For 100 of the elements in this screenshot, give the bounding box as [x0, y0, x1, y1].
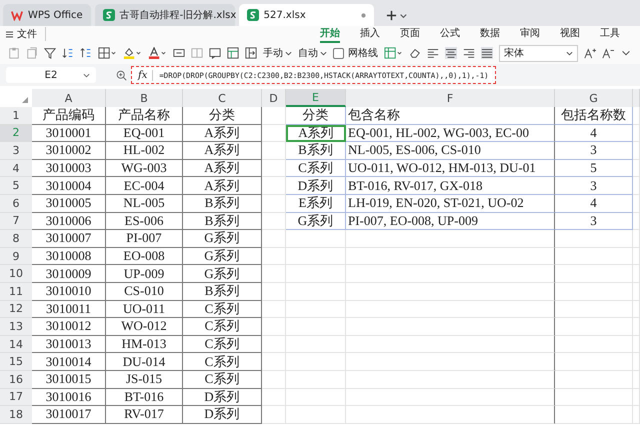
row-header[interactable]: 4	[0, 160, 32, 178]
menu-icon	[6, 30, 13, 38]
filter-icon[interactable]	[44, 47, 56, 59]
file-menu[interactable]: 文件	[6, 27, 46, 41]
row-header[interactable]: 5	[0, 177, 32, 195]
ribbon-tab[interactable]: 页面	[400, 26, 420, 42]
row-header[interactable]: 11	[0, 282, 32, 301]
empty-cell	[286, 230, 346, 248]
gridlines-checkbox[interactable]: 网格线	[333, 46, 378, 60]
font-dropdown[interactable]: 宋体	[499, 44, 578, 62]
eraser-icon[interactable]	[409, 47, 421, 59]
column-header[interactable]: F	[346, 89, 555, 107]
window-tab[interactable]: 古哥自动排程-旧分解.xlsx	[94, 4, 235, 26]
table-cell: UO-011, WO-012, HM-013, DU-01	[346, 160, 555, 178]
ribbon-tab[interactable]: 审阅	[520, 26, 540, 42]
conditional-format-icon[interactable]	[384, 47, 403, 59]
column-header[interactable]: C	[183, 89, 262, 107]
row-header[interactable]: 17	[0, 388, 32, 406]
row-height-dropdown[interactable]: 手动	[263, 46, 292, 60]
table-cell: A系列	[183, 177, 262, 195]
row-header[interactable]: 1	[0, 107, 32, 125]
ribbon-tab[interactable]: 插入	[360, 26, 380, 42]
table-cell: DU-014	[106, 353, 183, 371]
table-cell: 3010001	[32, 124, 106, 142]
new-tab-icon[interactable]	[386, 10, 408, 21]
sort-descending-icon[interactable]	[80, 47, 92, 59]
table-cell: 3010007	[32, 230, 106, 248]
table-cell: JS-015	[106, 370, 183, 388]
row-header[interactable]: 13	[0, 318, 32, 336]
table-cell: 3010017	[32, 406, 106, 424]
row-header[interactable]: 9	[0, 248, 32, 266]
table-cell: C系列	[183, 300, 262, 318]
sort-ascending-icon[interactable]	[62, 47, 74, 59]
column-header[interactable]: G	[555, 89, 633, 107]
column-width-dropdown[interactable]: 自动	[298, 46, 327, 60]
row-header[interactable]: 3	[0, 142, 32, 160]
font-color-icon[interactable]	[148, 47, 167, 59]
row-header[interactable]: 15	[0, 353, 32, 371]
column-header[interactable]: B	[106, 89, 183, 107]
table-cell: 3010009	[32, 265, 106, 283]
table-cell: 3010008	[32, 248, 106, 266]
ribbon-tab[interactable]: 视图	[560, 26, 580, 42]
merge-cells-icon[interactable]	[173, 47, 185, 59]
fill-color-icon[interactable]	[123, 47, 142, 59]
table-cell: A系列	[183, 124, 262, 142]
table-cell: EQ-001	[106, 124, 183, 142]
row-header[interactable]: 18	[0, 406, 32, 424]
freeze-panes-icon[interactable]	[245, 47, 257, 59]
table-cell: 3010005	[32, 194, 106, 213]
split-cells-icon[interactable]	[191, 47, 203, 59]
empty-cell	[262, 124, 286, 142]
empty-cell	[262, 300, 286, 318]
align-left-icon[interactable]	[427, 47, 439, 59]
align-center-icon[interactable]	[445, 47, 457, 59]
table-cell: C系列	[183, 336, 262, 354]
justify-icon[interactable]	[481, 47, 493, 59]
table-cell: NL-005	[106, 194, 183, 213]
empty-cell	[262, 265, 286, 283]
borders-icon[interactable]	[98, 47, 117, 59]
zoom-icon[interactable]	[116, 70, 127, 80]
table-cell: G系列	[183, 248, 262, 266]
table-cell: A系列	[183, 160, 262, 178]
table-cell: B系列	[183, 282, 262, 301]
window-tab[interactable]: 527.xlsx	[238, 4, 374, 26]
table-cell: 产品名称	[106, 107, 183, 125]
table-cell: 3	[555, 142, 633, 160]
table-cell: WO-012	[106, 318, 183, 336]
column-header[interactable]: D	[262, 89, 286, 107]
name-box[interactable]: E2	[6, 67, 96, 83]
table-cell: C系列	[286, 160, 346, 178]
empty-cell	[262, 370, 286, 388]
increase-font-size-icon[interactable]	[584, 47, 596, 59]
table-cell: G系列	[183, 265, 262, 283]
table-cell: 分类	[286, 107, 346, 125]
table-cell: 3010010	[32, 282, 106, 301]
table-cell: EQ-001, HL-002, WG-003, EC-00	[346, 124, 555, 142]
row-header[interactable]: 7	[0, 212, 32, 230]
row-header[interactable]: 8	[0, 230, 32, 248]
column-header[interactable]: A	[32, 89, 106, 107]
row-header[interactable]: 12	[0, 300, 32, 318]
function-button[interactable]: fx	[138, 70, 154, 80]
decrease-font-size-icon[interactable]	[602, 47, 614, 59]
empty-cell	[262, 406, 286, 424]
row-header[interactable]: 16	[0, 370, 32, 388]
row-header[interactable]: 6	[0, 194, 32, 213]
window-tab[interactable]: WPS Office	[3, 4, 91, 26]
table-cell: EO-008	[106, 248, 183, 266]
row-header[interactable]: 10	[0, 265, 32, 283]
align-right-icon[interactable]	[463, 47, 475, 59]
ribbon-tab[interactable]: 工具	[600, 26, 620, 42]
row-header[interactable]: 14	[0, 336, 32, 354]
comment-icon[interactable]	[209, 47, 221, 59]
select-all-icon[interactable]	[22, 97, 28, 103]
table-format-icon[interactable]	[227, 47, 239, 59]
ribbon-tab[interactable]: 公式	[440, 26, 460, 42]
empty-cell	[262, 282, 286, 301]
empty-cell	[286, 318, 346, 336]
ribbon-tab[interactable]: 数据	[480, 26, 500, 42]
clipboard-icon[interactable]	[26, 47, 38, 59]
table-cell: 3010014	[32, 353, 106, 371]
